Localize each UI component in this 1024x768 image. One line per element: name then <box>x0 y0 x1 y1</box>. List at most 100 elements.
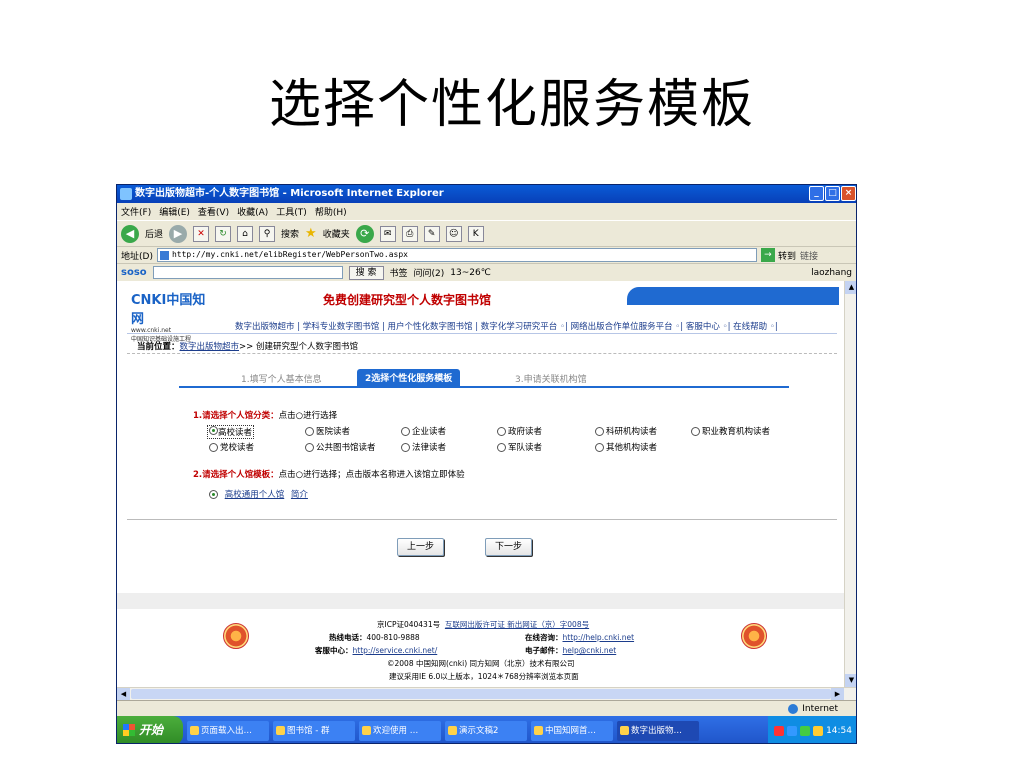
search-icon[interactable]: ⚲ <box>259 225 276 242</box>
radio-selected-icon[interactable] <box>209 489 218 499</box>
tray-icon[interactable] <box>813 725 824 736</box>
radio-icon[interactable] <box>497 426 506 436</box>
service-link[interactable]: http://service.cnki.net/ <box>353 646 438 655</box>
menu-tools[interactable]: 工具(T) <box>276 205 307 218</box>
radio-icon[interactable] <box>691 426 700 436</box>
radio-selected-icon[interactable] <box>209 426 218 435</box>
mail-icon[interactable]: ✉ <box>379 225 396 242</box>
user-name[interactable]: laozhang <box>811 268 856 278</box>
option-party-school[interactable]: 党校读者 <box>209 441 254 453</box>
prev-button[interactable]: 上一步 <box>397 538 445 556</box>
option-public-library[interactable]: 公共图书馆读者 <box>305 441 376 453</box>
ie-icon <box>120 188 132 200</box>
task-button[interactable]: 图书馆 - 群 <box>273 720 355 741</box>
scroll-right-icon[interactable]: ▶ <box>831 688 844 700</box>
menu-file[interactable]: 文件(F) <box>121 205 151 218</box>
search-button[interactable]: 搜索 <box>281 227 299 240</box>
step-3[interactable]: 3.申请关联机构馆 <box>515 372 587 385</box>
scroll-up-icon[interactable]: ▲ <box>845 281 856 294</box>
tray-icon[interactable] <box>774 725 785 736</box>
radio-icon[interactable] <box>305 442 314 452</box>
window-title: 数字出版物超市-个人数字图书馆 - Microsoft Internet Exp… <box>135 188 444 199</box>
task-button[interactable]: 演示文稿2 <box>445 720 527 741</box>
email-link[interactable]: help@cnki.net <box>563 646 617 655</box>
task-button[interactable]: 页面载入出… <box>187 720 269 741</box>
cnki-logo[interactable]: CNKI中国知网 www.cnki.net 中国知识基础设施工程 <box>131 289 213 343</box>
template-option[interactable]: 高校通用个人馆 简介 <box>209 488 308 500</box>
weather-label[interactable]: 13~26℃ <box>450 268 491 278</box>
divider <box>127 519 837 520</box>
license-link[interactable]: 互联网出版许可证 新出网证（京）字008号 <box>445 620 589 629</box>
option-hospital[interactable]: 医院读者 <box>305 425 350 437</box>
option-research[interactable]: 科研机构读者 <box>595 425 657 437</box>
window-titlebar[interactable]: 数字出版物超市-个人数字图书馆 - Microsoft Internet Exp… <box>117 185 856 203</box>
favorites-star-icon[interactable]: ★ <box>305 226 317 241</box>
tray-icon[interactable] <box>787 725 798 736</box>
start-button[interactable]: 开始 <box>117 716 183 743</box>
minimize-button[interactable]: _ <box>809 186 824 201</box>
radio-icon[interactable] <box>595 426 604 436</box>
scroll-thumb[interactable] <box>131 689 831 699</box>
option-university[interactable]: 高校读者 <box>207 425 255 439</box>
option-vocational[interactable]: 职业教育机构读者 <box>691 425 770 437</box>
tray-icon[interactable] <box>800 725 811 736</box>
task-button-active[interactable]: 数字出版物… <box>617 720 699 741</box>
close-button[interactable]: × <box>841 186 856 201</box>
scroll-down-icon[interactable]: ▼ <box>845 674 856 687</box>
task-button[interactable]: 欢迎使用 … <box>359 720 441 741</box>
vertical-scrollbar[interactable]: ▲ ▼ <box>844 281 856 687</box>
option-other[interactable]: 其他机构读者 <box>595 441 657 453</box>
menu-favorites[interactable]: 收藏(A) <box>237 205 268 218</box>
menu-edit[interactable]: 编辑(E) <box>159 205 190 218</box>
messenger-icon[interactable]: ☺ <box>445 225 462 242</box>
menu-help[interactable]: 帮助(H) <box>315 205 347 218</box>
refresh-icon[interactable]: ↻ <box>215 225 232 242</box>
radio-icon[interactable] <box>401 442 410 452</box>
print-icon[interactable]: ⎙ <box>401 225 418 242</box>
option-government[interactable]: 政府读者 <box>497 425 542 437</box>
home-icon[interactable]: ⌂ <box>237 225 254 242</box>
bookmarks-button[interactable]: 书签 <box>390 266 408 279</box>
option-military[interactable]: 军队读者 <box>497 441 542 453</box>
next-button[interactable]: 下一步 <box>485 538 533 556</box>
footer-email: 电子邮件：help@cnki.net <box>525 646 617 655</box>
radio-icon[interactable] <box>305 426 314 436</box>
k-icon[interactable]: K <box>467 225 484 242</box>
template-intro-link[interactable]: 简介 <box>291 488 308 500</box>
app-icon <box>362 725 371 735</box>
status-bar: Internet <box>117 700 856 716</box>
links-label[interactable]: 链接 <box>800 249 818 262</box>
radio-icon[interactable] <box>497 442 506 452</box>
edit-icon[interactable]: ✎ <box>423 225 440 242</box>
address-bar: 地址(D) http://my.cnki.net/elibRegister/We… <box>117 246 856 263</box>
stop-icon[interactable]: ✕ <box>193 225 210 242</box>
step-2[interactable]: 2选择个性化服务模板 <box>357 369 461 386</box>
favorites-button[interactable]: 收藏夹 <box>323 227 350 240</box>
step-1[interactable]: 1.填写个人基本信息 <box>241 372 322 385</box>
clock[interactable]: 14:54 <box>826 726 852 736</box>
soso-search-input[interactable] <box>152 266 343 279</box>
option-law[interactable]: 法律读者 <box>401 441 446 453</box>
radio-icon[interactable] <box>209 442 218 452</box>
go-button[interactable]: → 转到 <box>760 248 796 262</box>
address-input[interactable]: http://my.cnki.net/elibRegister/WebPerso… <box>156 248 757 262</box>
horizontal-scrollbar[interactable]: ◀ ▶ <box>117 687 856 700</box>
template-link[interactable]: 高校通用个人馆 <box>225 488 285 500</box>
back-button[interactable]: 后退 <box>145 227 163 240</box>
option-enterprise[interactable]: 企业读者 <box>401 425 446 437</box>
radio-icon[interactable] <box>595 442 604 452</box>
online-help-link[interactable]: http://help.cnki.net <box>563 633 635 642</box>
breadcrumb-link[interactable]: 数字出版物超市 <box>180 342 240 352</box>
scroll-left-icon[interactable]: ◀ <box>117 688 130 700</box>
radio-icon[interactable] <box>401 426 410 436</box>
top-nav[interactable]: 数字出版物超市 | 学科专业数字图书馆 | 用户个性化数字图书馆 | 数字化学习… <box>235 320 778 332</box>
ask-button[interactable]: 问问(2) <box>414 266 445 279</box>
back-arrow-icon[interactable]: ◀ <box>121 224 139 243</box>
menu-view[interactable]: 查看(V) <box>198 205 229 218</box>
maximize-button[interactable]: □ <box>825 186 840 201</box>
history-icon[interactable]: ⟳ <box>355 224 374 243</box>
task-button[interactable]: 中国知网首… <box>531 720 613 741</box>
step-tabs: 1.填写个人基本信息 2选择个性化服务模板 3.申请关联机构馆 <box>179 369 789 388</box>
forward-arrow-icon[interactable]: ▶ <box>169 224 188 243</box>
soso-search-button[interactable]: 搜 索 <box>348 265 384 280</box>
